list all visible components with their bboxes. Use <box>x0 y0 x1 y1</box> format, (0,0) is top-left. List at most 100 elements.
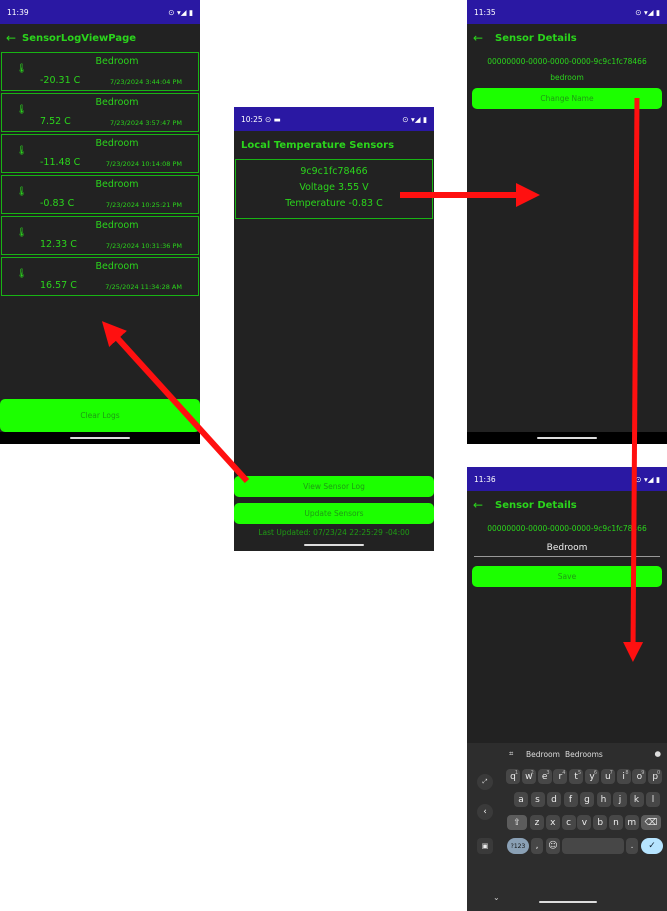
back-arrow-icon[interactable]: ← <box>467 31 489 45</box>
key-a[interactable]: a <box>514 792 528 807</box>
back-arrow-icon[interactable]: ← <box>0 31 22 45</box>
key-h[interactable]: h <box>596 792 611 807</box>
log-temperature: -0.83 C <box>40 198 75 209</box>
emoji-icon[interactable]: ☺ <box>546 838 560 854</box>
log-entry[interactable]: 🌡︎ Bedroom -11.48 C 7/23/2024 10:14:08 PM <box>1 134 199 173</box>
log-location: Bedroom <box>95 97 139 108</box>
symbols-key[interactable]: ?123 <box>507 838 529 854</box>
key-b[interactable]: b <box>593 815 608 830</box>
clipboard-icon[interactable]: ▣ <box>477 838 493 854</box>
log-entry[interactable]: 🌡︎ Bedroom 16.57 C 7/25/2024 11:34:28 AM <box>1 257 199 296</box>
name-input[interactable]: Bedroom <box>474 543 660 557</box>
view-sensor-log-button[interactable]: View Sensor Log <box>234 476 434 497</box>
page-title: Sensor Details <box>495 32 577 44</box>
back-arrow-icon[interactable]: ← <box>467 498 489 512</box>
apps-grid-icon[interactable]: ⌗ <box>509 749 513 759</box>
log-timestamp: 7/25/2024 11:34:28 AM <box>105 283 182 291</box>
suggestion-2[interactable]: Bedrooms <box>565 750 603 759</box>
sensor-card[interactable]: 9c9c1fc78466 Voltage 3.55 V Temperature … <box>235 159 433 219</box>
page-title: Local Temperature Sensors <box>241 139 395 151</box>
spacebar[interactable] <box>562 838 624 854</box>
key-d[interactable]: d <box>547 792 561 807</box>
key-l[interactable]: l <box>646 792 660 807</box>
key-label: h <box>600 794 607 805</box>
status-time-text: 10:25 <box>241 114 263 124</box>
key-x[interactable]: x <box>545 815 560 830</box>
log-entry[interactable]: 🌡︎ Bedroom 12.33 C 7/23/2024 10:31:36 PM <box>1 216 199 255</box>
status-icons: ⊙ ▾◢ ▮ <box>402 114 427 124</box>
key-q[interactable]: q1 <box>506 769 520 784</box>
log-entry[interactable]: 🌡︎ Bedroom 7.52 C 7/23/2024 3:57:47 PM <box>1 93 199 132</box>
key-label: x <box>550 817 556 828</box>
sensor-id: 9c9c1fc78466 <box>300 166 368 177</box>
app-bar: ← Sensor Details <box>467 24 667 52</box>
status-bar: 11:36 ⊙ ▾◢ ▮ <box>467 467 667 491</box>
key-i[interactable]: i8 <box>616 769 631 784</box>
nav-bar <box>234 539 434 551</box>
sensor-temperature: Temperature -0.83 C <box>285 198 383 209</box>
shift-icon[interactable]: ⇧ <box>507 815 527 830</box>
done-check-icon[interactable]: ✓ <box>641 838 663 854</box>
nav-bar <box>0 432 200 444</box>
key-j[interactable]: j <box>613 792 627 807</box>
keyboard-suggestions: ⌗ Bedroom Bedrooms ● <box>467 747 667 763</box>
sensor-uuid: 00000000-0000-0000-0000-9c9c1fc78466 <box>487 524 647 533</box>
home-pill[interactable] <box>304 544 364 546</box>
update-sensors-button[interactable]: Update Sensors <box>234 503 434 524</box>
comma-key[interactable]: , <box>531 838 543 854</box>
clear-logs-button[interactable]: Clear Logs <box>0 399 200 432</box>
mic-icon[interactable]: ● <box>654 749 661 758</box>
status-icons: ⊙ ▾◢ ▮ <box>168 7 193 17</box>
log-temperature: 7.52 C <box>40 116 71 127</box>
log-entry[interactable]: 🌡︎ Bedroom -0.83 C 7/23/2024 10:25:21 PM <box>1 175 199 214</box>
key-number-hint: 3 <box>546 770 550 776</box>
hide-keyboard-icon[interactable]: ⌄ <box>493 893 500 902</box>
details-screen: 11:35 ⊙ ▾◢ ▮ ← Sensor Details 00000000-0… <box>467 0 667 444</box>
key-o[interactable]: o9 <box>632 769 647 784</box>
key-number-hint: 4 <box>562 770 566 776</box>
expand-icon[interactable]: ⤢ <box>477 774 493 790</box>
log-screen: 11:39 ⊙ ▾◢ ▮ ← SensorLogViewPage 🌡︎ Bedro… <box>0 0 200 444</box>
key-c[interactable]: c <box>561 815 576 830</box>
status-time: 11:39 <box>7 7 29 17</box>
keyboard: ⌗ Bedroom Bedrooms ● q1w2e3r4t5y6u7i8o9p… <box>467 743 667 911</box>
home-pill[interactable] <box>537 437 597 439</box>
status-icons: ⊙ ▾◢ ▮ <box>635 7 660 17</box>
key-u[interactable]: u7 <box>600 769 615 784</box>
key-label: b <box>597 817 604 828</box>
save-button[interactable]: Save <box>472 566 662 587</box>
key-label: c <box>566 817 572 828</box>
key-number-hint: 0 <box>657 770 661 776</box>
key-s[interactable]: s <box>530 792 545 807</box>
key-n[interactable]: n <box>609 815 623 830</box>
key-k[interactable]: k <box>629 792 644 807</box>
key-r[interactable]: r4 <box>553 769 568 784</box>
key-label: v <box>581 817 588 828</box>
home-pill[interactable] <box>539 901 597 903</box>
key-p[interactable]: p0 <box>648 769 663 784</box>
suggestion-1[interactable]: Bedroom <box>526 750 560 759</box>
key-f[interactable]: f <box>563 792 578 807</box>
key-g[interactable]: g <box>580 792 594 807</box>
log-temperature: 12.33 C <box>40 239 77 250</box>
log-temperature: 16.57 C <box>40 280 77 291</box>
key-v[interactable]: v <box>577 815 592 830</box>
period-key[interactable]: . <box>626 838 638 854</box>
status-time: 11:35 <box>474 7 496 17</box>
change-name-button[interactable]: Change Name <box>472 88 662 109</box>
home-pill[interactable] <box>70 437 130 439</box>
key-e[interactable]: e3 <box>537 769 552 784</box>
key-m[interactable]: m <box>624 815 639 830</box>
cursor-left-icon[interactable]: ‹ <box>477 804 493 820</box>
key-z[interactable]: z <box>530 815 544 830</box>
backspace-icon[interactable]: ⌫ <box>641 815 661 830</box>
key-number-hint: 5 <box>578 770 582 776</box>
key-y[interactable]: y6 <box>585 769 599 784</box>
log-timestamp: 7/23/2024 10:14:08 PM <box>105 160 182 168</box>
key-label: j <box>618 794 622 805</box>
log-entry[interactable]: 🌡︎ Bedroom -20.31 C 7/23/2024 3:44:04 PM <box>1 52 199 91</box>
app-bar: ← Sensor Details <box>467 491 667 519</box>
key-w[interactable]: w2 <box>521 769 536 784</box>
key-t[interactable]: t5 <box>569 769 584 784</box>
key-number-hint: 1 <box>514 770 518 776</box>
